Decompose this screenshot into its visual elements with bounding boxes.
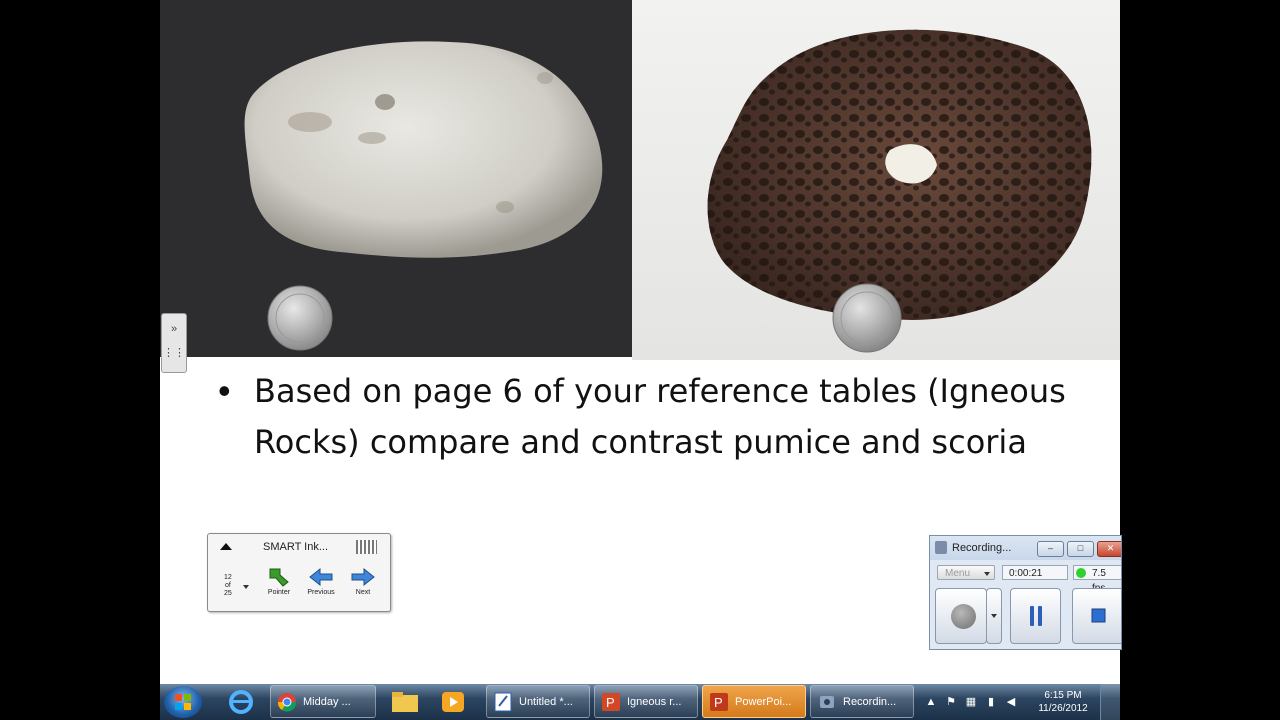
stop-button[interactable] bbox=[1072, 588, 1121, 644]
record-options-icon bbox=[991, 614, 997, 618]
show-hidden-icons[interactable]: ▲ bbox=[925, 696, 937, 708]
pointer-icon bbox=[269, 568, 289, 587]
clock-date: 11/26/2012 bbox=[1038, 703, 1088, 714]
next-button[interactable]: Next bbox=[343, 567, 383, 596]
recording-label: Recordin... bbox=[843, 696, 897, 708]
action-center-icon[interactable]: ⚑ bbox=[945, 696, 957, 708]
page-dropdown-icon[interactable] bbox=[243, 585, 249, 589]
folder-icon bbox=[392, 692, 418, 712]
page-number: 12 bbox=[224, 574, 232, 581]
windows-logo-icon bbox=[175, 694, 191, 710]
system-tray: ▲ ⚑ ▦ ▮ ◀ 6:15 PM 11/26/2012 bbox=[920, 684, 1120, 720]
menu-label: Menu bbox=[945, 568, 971, 579]
record-icon bbox=[951, 604, 976, 629]
menu-dropdown[interactable]: Menu bbox=[937, 565, 995, 580]
taskbar-chrome[interactable]: Midday ... bbox=[270, 685, 376, 718]
keyboard-icon[interactable] bbox=[356, 540, 377, 554]
start-button[interactable] bbox=[164, 686, 202, 718]
svg-text:P: P bbox=[606, 695, 615, 710]
internet-explorer-icon bbox=[229, 690, 253, 714]
recorder-icon bbox=[820, 696, 834, 708]
pointer-label: Pointer bbox=[267, 589, 291, 596]
clock-time: 6:15 PM bbox=[1044, 690, 1082, 701]
pause-button[interactable] bbox=[1010, 588, 1061, 644]
collapse-icon[interactable] bbox=[220, 543, 232, 550]
network-icon[interactable]: ▦ bbox=[965, 696, 977, 708]
right-arrow-icon bbox=[351, 567, 375, 587]
bullet-marker: • bbox=[218, 370, 231, 411]
taskbar-recording[interactable]: Recordin... bbox=[810, 685, 914, 718]
bullet-text: Based on page 6 of your reference tables… bbox=[254, 372, 1066, 461]
previous-button[interactable]: Previous bbox=[301, 567, 341, 596]
menu-dropdown-icon bbox=[984, 572, 990, 576]
untitled-label: Untitled *... bbox=[519, 696, 573, 708]
bullet-list: • Based on page 6 of your reference tabl… bbox=[218, 366, 1078, 468]
status-dot-icon bbox=[1076, 568, 1086, 578]
taskbar-igneous[interactable]: P Igneous r... bbox=[594, 685, 698, 718]
smart-ink-toolbar: SMART Ink... 12 of 25 Pointer Previous N… bbox=[207, 533, 391, 612]
minimize-button[interactable]: – bbox=[1037, 541, 1064, 557]
powerpoint-label: PowerPoi... bbox=[735, 696, 792, 708]
page-indicator[interactable]: 12 of 25 bbox=[224, 574, 232, 598]
explorer-button[interactable] bbox=[384, 686, 426, 718]
chrome-label: Midday ... bbox=[303, 696, 351, 708]
record-button[interactable] bbox=[935, 588, 987, 644]
signal-icon[interactable]: ▮ bbox=[985, 696, 997, 708]
media-player-button[interactable] bbox=[432, 686, 474, 718]
powerpoint-active-icon: P bbox=[710, 693, 728, 711]
scoria-image bbox=[707, 29, 1092, 353]
recording-window: Recording... – □ ✕ Menu 0:00:21 7.5 fps bbox=[929, 535, 1122, 650]
show-desktop-button[interactable] bbox=[1100, 684, 1120, 720]
pause-icon bbox=[1030, 606, 1042, 626]
page-total: 25 bbox=[224, 590, 232, 597]
chrome-icon bbox=[277, 693, 297, 712]
recording-title: Recording... bbox=[952, 542, 1012, 554]
smart-ink-title: SMART Ink... bbox=[263, 541, 329, 553]
maximize-button[interactable]: □ bbox=[1067, 541, 1094, 557]
pumice-image bbox=[244, 41, 603, 351]
taskbar-untitled[interactable]: Untitled *... bbox=[486, 685, 590, 718]
igneous-label: Igneous r... bbox=[627, 696, 682, 708]
page-of: of bbox=[224, 582, 231, 589]
pumice-photo bbox=[160, 0, 632, 357]
taskbar: Midday ... Untitled *... P Igneous r... … bbox=[160, 684, 1120, 720]
taskbar-powerpoint[interactable]: P PowerPoi... bbox=[702, 685, 806, 718]
next-label: Next bbox=[355, 589, 371, 596]
elapsed-time: 0:00:21 bbox=[1002, 565, 1068, 580]
powerpoint-icon: P bbox=[602, 693, 620, 711]
media-player-icon bbox=[442, 692, 464, 712]
clock[interactable]: 6:15 PM 11/26/2012 bbox=[1033, 689, 1093, 715]
record-options-button[interactable] bbox=[986, 588, 1002, 644]
svg-text:P: P bbox=[714, 695, 723, 710]
notebook-icon bbox=[494, 692, 512, 712]
pointer-button[interactable]: Pointer bbox=[259, 567, 299, 596]
expand-icon: » bbox=[170, 323, 178, 335]
recorder-app-icon bbox=[935, 541, 947, 554]
grip-icon: ⋮⋮ bbox=[163, 347, 185, 359]
previous-label: Previous bbox=[307, 589, 335, 596]
stop-icon bbox=[1091, 608, 1106, 623]
volume-icon[interactable]: ◀ bbox=[1005, 696, 1017, 708]
close-button[interactable]: ✕ bbox=[1097, 541, 1121, 557]
scoria-photo bbox=[632, 0, 1120, 360]
internet-explorer-button[interactable] bbox=[220, 686, 262, 718]
smart-side-tab[interactable]: » ⋮⋮ bbox=[161, 313, 187, 373]
left-arrow-icon bbox=[309, 567, 333, 587]
